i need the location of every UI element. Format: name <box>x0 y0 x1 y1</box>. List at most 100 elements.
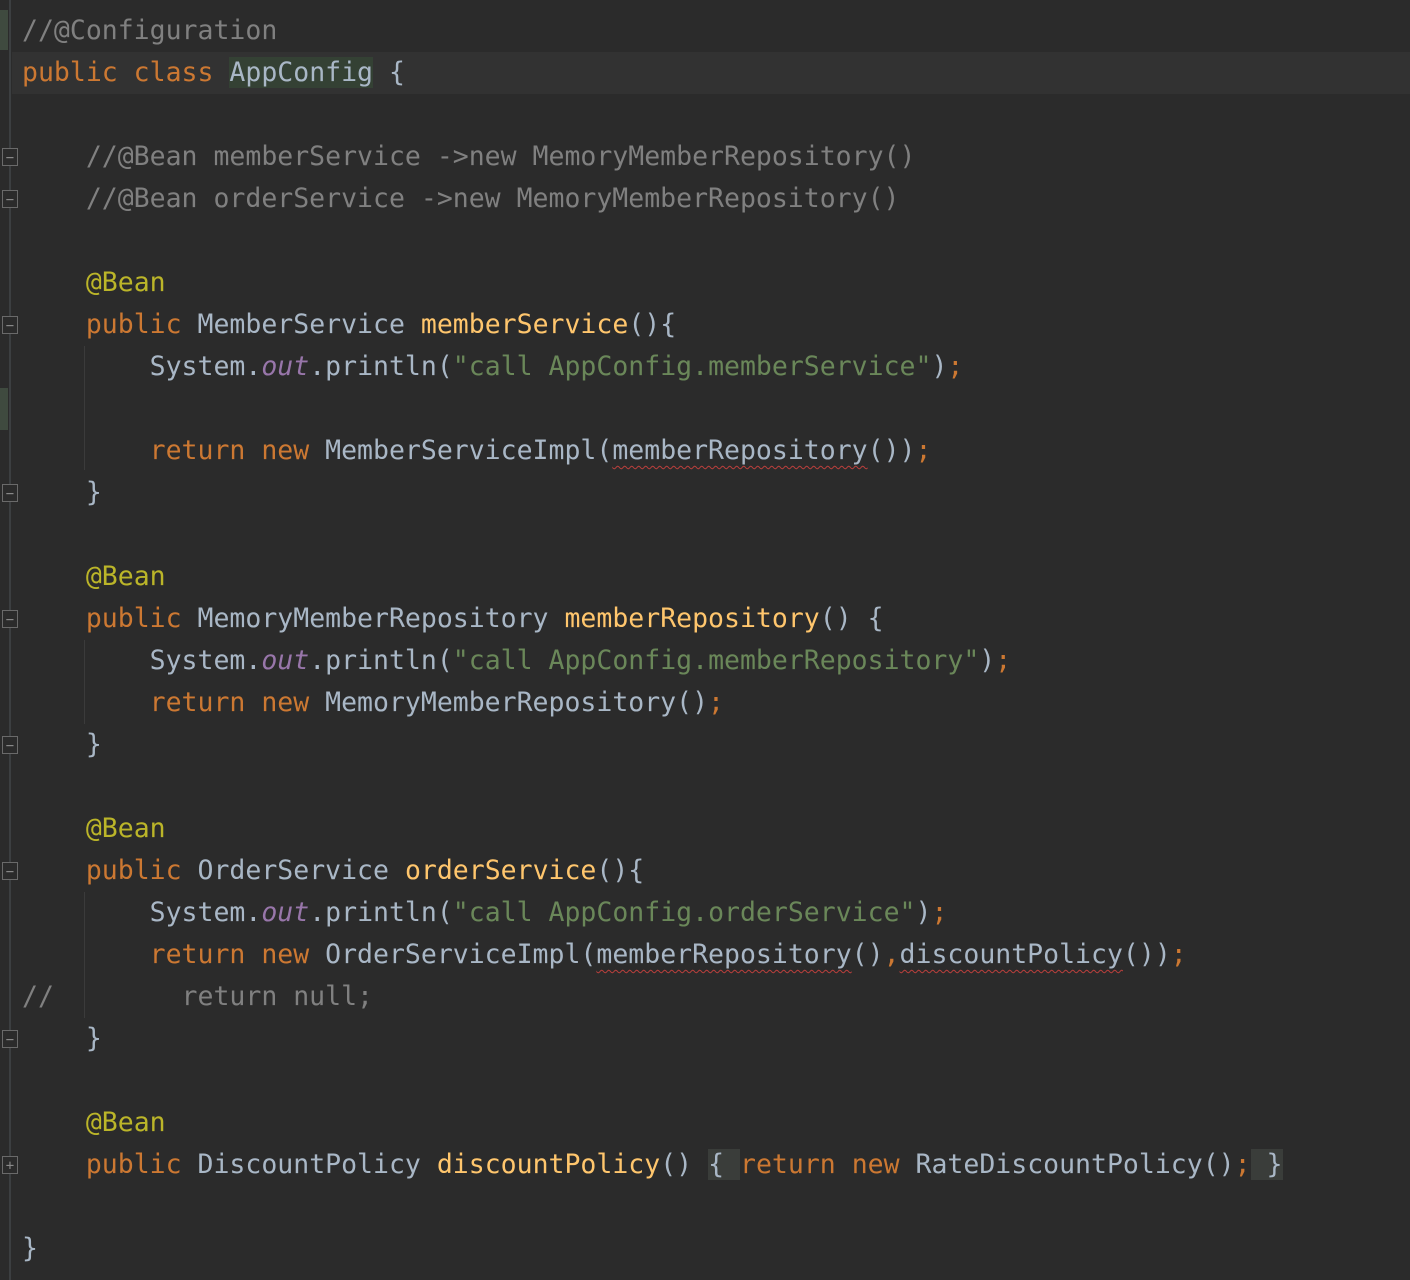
unresolved-reference: memberRepository <box>596 939 852 970</box>
code-line[interactable]: @Bean <box>22 1102 166 1144</box>
code-token: .println( <box>309 645 453 676</box>
fold-collapse-icon[interactable]: − <box>2 316 18 334</box>
fold-collapse-icon[interactable]: − <box>2 148 18 166</box>
fold-collapse-icon[interactable]: − <box>2 610 18 628</box>
code-line[interactable]: @Bean <box>22 556 166 598</box>
code-line[interactable]: @Bean <box>22 262 166 304</box>
code-token: ) <box>931 351 948 382</box>
code-token: // return null; <box>22 981 373 1012</box>
code-token: (){ <box>628 309 677 340</box>
code-token: .println( <box>309 897 453 928</box>
code-line[interactable]: System.out.println("call AppConfig.order… <box>22 892 948 934</box>
code-token: RateDiscountPolicy() <box>915 1149 1235 1180</box>
code-token: ; <box>947 351 964 382</box>
code-token: memberService <box>420 309 629 340</box>
code-line[interactable]: return new MemoryMemberRepository(); <box>22 682 724 724</box>
code-token: (){ <box>596 855 645 886</box>
code-token: MemberServiceImpl( <box>325 435 613 466</box>
code-token: ; <box>931 897 948 928</box>
code-token: @Bean <box>85 1107 166 1138</box>
code-token: MemberService <box>197 309 421 340</box>
code-token: @Bean <box>85 267 166 298</box>
code-line[interactable]: //@Configuration <box>22 10 277 52</box>
code-token: ()) <box>1122 939 1171 970</box>
code-line[interactable]: public MemoryMemberRepository memberRepo… <box>22 598 884 640</box>
code-line[interactable]: public OrderService orderService(){ <box>22 850 644 892</box>
code-token: ()) <box>867 435 916 466</box>
code-token: ) <box>915 897 932 928</box>
code-token: System. <box>22 351 262 382</box>
unresolved-reference: memberRepository <box>612 435 868 466</box>
code-token: @Bean <box>85 561 166 592</box>
code-token: public <box>85 855 198 886</box>
code-line[interactable]: public MemberService memberService(){ <box>22 304 676 346</box>
code-line[interactable]: // return null; <box>22 976 373 1018</box>
code-token: OrderService <box>197 855 405 886</box>
code-line[interactable]: public class AppConfig { <box>22 52 405 94</box>
code-line[interactable]: System.out.println("call AppConfig.membe… <box>22 346 964 388</box>
code-line[interactable]: return new MemberServiceImpl(memberRepos… <box>22 430 932 472</box>
code-token: //@Bean memberService ->new MemoryMember… <box>22 141 916 172</box>
code-line[interactable]: public DiscountPolicy discountPolicy() {… <box>22 1144 1283 1186</box>
code-token: ; <box>915 435 932 466</box>
code-line[interactable]: return new OrderServiceImpl(memberReposi… <box>22 934 1187 976</box>
code-line[interactable]: @Bean <box>22 808 166 850</box>
code-token: out <box>261 897 310 928</box>
code-token: ; <box>1234 1149 1251 1180</box>
code-token: ; <box>1170 939 1187 970</box>
code-token: //@Bean orderService ->new MemoryMemberR… <box>22 183 900 214</box>
code-line[interactable]: System.out.println("call AppConfig.membe… <box>22 640 1012 682</box>
code-token: public class <box>22 57 230 88</box>
code-token: DiscountPolicy <box>197 1149 437 1180</box>
code-token: ; <box>708 687 725 718</box>
code-token: () <box>851 939 884 970</box>
fold-collapse-icon[interactable]: − <box>2 484 18 502</box>
code-token: .println( <box>309 351 453 382</box>
code-token: "call AppConfig.orderService" <box>452 897 916 928</box>
unresolved-reference: discountPolicy <box>899 939 1123 970</box>
code-token: memberRepository <box>564 603 820 634</box>
code-line[interactable]: //@Bean orderService ->new MemoryMemberR… <box>22 178 900 220</box>
code-token: @Bean <box>85 813 166 844</box>
code-token: return new <box>149 939 326 970</box>
code-token: } <box>22 729 102 760</box>
code-token: OrderServiceImpl( <box>325 939 597 970</box>
change-marker <box>0 10 8 50</box>
code-line[interactable]: } <box>22 1228 38 1270</box>
code-token: "call AppConfig.memberService" <box>452 351 932 382</box>
code-line[interactable]: } <box>22 724 102 766</box>
code-line[interactable]: //@Bean memberService ->new MemoryMember… <box>22 136 916 178</box>
fold-collapse-icon[interactable]: − <box>2 862 18 880</box>
code-line[interactable]: } <box>22 472 102 514</box>
code-token: } <box>22 477 102 508</box>
fold-collapse-icon[interactable]: − <box>2 1030 18 1048</box>
code-token: return new <box>149 687 326 718</box>
code-token: ) <box>979 645 996 676</box>
fold-collapse-icon[interactable]: − <box>2 190 18 208</box>
fold-expand-icon[interactable]: + <box>2 1156 18 1174</box>
code-token: out <box>261 645 310 676</box>
code-token: () <box>660 1149 709 1180</box>
code-line[interactable]: } <box>22 1018 102 1060</box>
code-token: , <box>883 939 900 970</box>
code-token: orderService <box>404 855 597 886</box>
code-token: "call AppConfig.memberRepository" <box>452 645 980 676</box>
code-token: { <box>373 57 405 88</box>
fold-collapse-icon[interactable]: − <box>2 736 18 754</box>
code-token: AppConfig <box>229 57 374 88</box>
code-token: System. <box>22 897 262 928</box>
code-token: } <box>1250 1149 1283 1180</box>
code-token: System. <box>22 645 262 676</box>
code-token: out <box>261 351 310 382</box>
